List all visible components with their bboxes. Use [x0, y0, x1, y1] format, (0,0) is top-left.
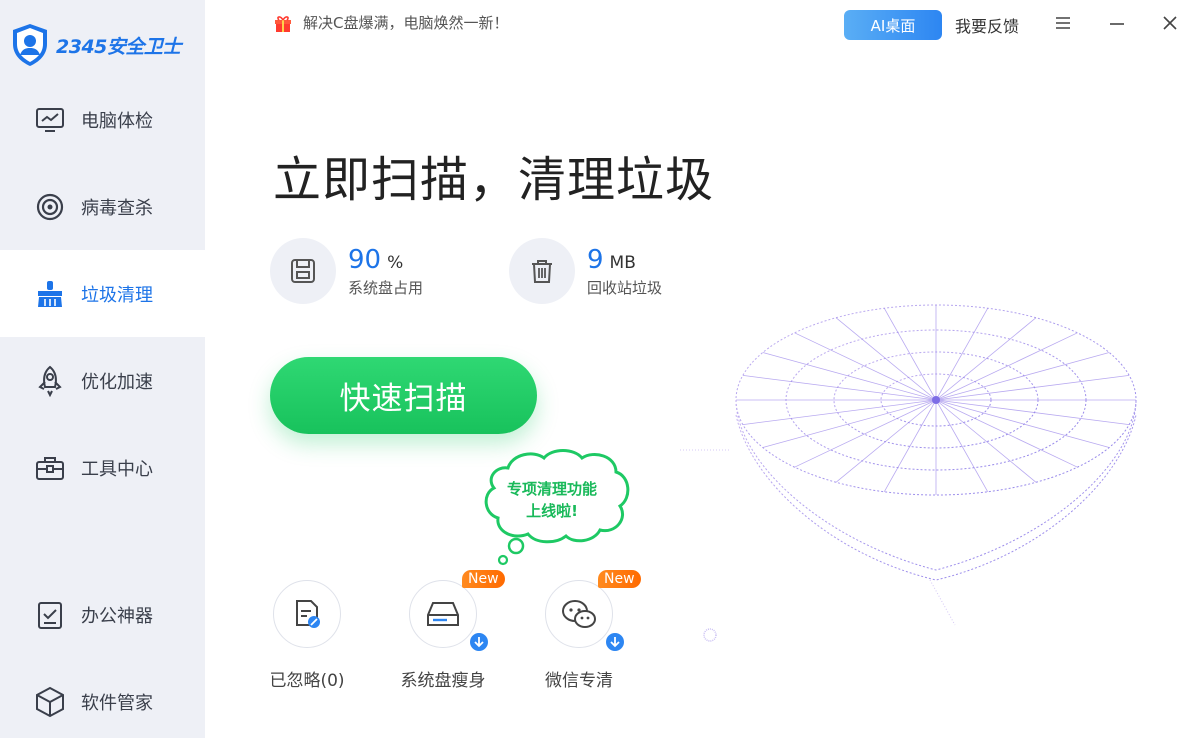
cube-icon: [35, 686, 65, 718]
close-button[interactable]: [1155, 8, 1185, 38]
quick-scan-button[interactable]: 快速扫描: [270, 357, 537, 434]
sidebar-item-label: 软件管家: [81, 693, 153, 714]
promo-banner[interactable]: 解决C盘爆满，电脑焕然一新！: [273, 12, 508, 33]
drive-icon: [427, 602, 459, 626]
sidebar-item-junk-clean[interactable]: 垃圾清理: [0, 264, 205, 324]
close-icon: [1163, 16, 1177, 30]
stat-system-disk: 90 % 系统盘占用: [270, 238, 423, 304]
app-logo: 2345安全卫士: [10, 22, 181, 68]
stat-unit: MB: [609, 252, 636, 273]
ignored-file-icon: [296, 600, 320, 628]
dish-spoke: [935, 399, 989, 492]
announcement-line: 上线啦!: [526, 502, 578, 520]
stat-label: 系统盘占用: [348, 278, 424, 297]
sidebar-item-label: 优化加速: [81, 372, 153, 393]
tool-label: 系统盘瘦身: [400, 671, 486, 691]
dish-spoke: [762, 399, 937, 448]
new-badge: New: [462, 570, 505, 588]
checklist-icon: [35, 600, 65, 630]
dish-spoke: [935, 399, 1078, 468]
wechat-icon: [562, 600, 596, 628]
rocket-icon: [35, 365, 65, 397]
wireframe-disk-illustration: [680, 304, 1137, 642]
dish-spoke: [935, 308, 989, 401]
minimize-button[interactable]: [1102, 8, 1132, 38]
toolbox-icon: [35, 453, 65, 483]
sidebar-item-label: 办公神器: [81, 606, 153, 627]
sidebar-item-software-manager[interactable]: 软件管家: [0, 672, 205, 732]
sidebar-item-label: 病毒查杀: [81, 198, 153, 219]
stat-unit: %: [387, 252, 404, 273]
menu-button[interactable]: [1048, 8, 1078, 38]
dish-spoke: [935, 317, 1037, 401]
dish-spoke: [935, 399, 1110, 448]
announcement-text: 专项清理功能 上线啦!: [478, 478, 626, 522]
dish-spoke: [935, 352, 1110, 401]
dish-spoke: [935, 399, 1037, 483]
ai-desktop-button[interactable]: AI桌面: [844, 10, 942, 40]
sidebar-item-office-tools[interactable]: 办公神器: [0, 585, 205, 645]
stat-recycle-bin: 9 MB 回收站垃圾: [509, 238, 662, 304]
gift-icon: [275, 15, 291, 32]
dish-spoke: [935, 375, 1130, 401]
dish-spoke: [935, 399, 1130, 425]
announcement-line: 专项清理功能: [506, 480, 597, 498]
sidebar-item-label: 电脑体检: [81, 111, 153, 132]
dish-spoke: [742, 375, 937, 401]
download-icon: [604, 631, 626, 653]
dish-spoke: [794, 399, 937, 468]
dish-spoke: [883, 399, 937, 492]
tool-wechat-clean[interactable]: New 微信专清: [519, 570, 641, 691]
sidebar-item-pc-checkup[interactable]: 电脑体检: [0, 90, 205, 150]
sidebar-item-label: 工具中心: [81, 459, 153, 480]
target-icon: [35, 192, 65, 222]
minimize-icon: [1110, 23, 1124, 25]
hamburger-menu-icon: [1056, 17, 1070, 29]
broom-icon: [35, 279, 65, 309]
tool-ignored[interactable]: 已忽略(0): [247, 580, 367, 691]
logo-text: 2345安全卫士: [56, 35, 181, 58]
sidebar-item-speedup[interactable]: 优化加速: [0, 351, 205, 411]
download-icon: [468, 631, 490, 653]
dish-spoke: [794, 332, 937, 401]
disk-icon: [291, 259, 315, 283]
trash-icon: [532, 260, 552, 283]
tool-system-disk-slim[interactable]: New 系统盘瘦身: [383, 570, 505, 691]
dish-spoke: [742, 399, 937, 425]
feedback-link[interactable]: 我要反馈: [955, 13, 1019, 37]
promo-text: 解决C盘爆满，电脑焕然一新！: [303, 14, 509, 32]
sidebar-item-tool-center[interactable]: 工具中心: [0, 438, 205, 498]
tool-label: 已忽略(0): [269, 671, 345, 691]
stat-value: 9: [587, 244, 604, 275]
new-badge: New: [598, 570, 641, 588]
dish-spoke: [935, 332, 1078, 401]
sidebar: 2345安全卫士 电脑体检 病毒查杀 垃圾清理 优化加速 工具中心 办公神器 软…: [0, 0, 205, 738]
sidebar-item-label: 垃圾清理: [81, 285, 153, 306]
tool-label: 微信专清: [545, 671, 613, 691]
stat-label: 回收站垃圾: [587, 278, 663, 297]
monitor-icon: [35, 105, 65, 135]
dish-spoke: [762, 352, 937, 401]
sidebar-item-virus-scan[interactable]: 病毒查杀: [0, 177, 205, 237]
stat-value: 90: [348, 244, 382, 275]
page-title: 立即扫描，清理垃圾: [273, 152, 715, 208]
shield-logo-icon: [13, 24, 47, 66]
dish-spoke: [883, 308, 937, 401]
